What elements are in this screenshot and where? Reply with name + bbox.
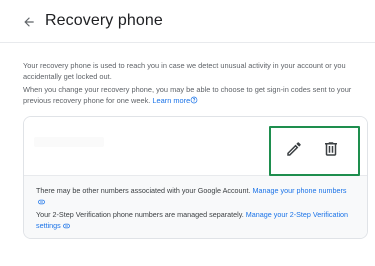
learn-more-label: Learn more xyxy=(152,95,191,105)
delete-phone-button[interactable] xyxy=(320,140,342,162)
other-numbers-text: There may be other numbers associated wi… xyxy=(36,186,253,195)
help-circle-icon xyxy=(190,96,198,108)
phone-card-notes: There may be other numbers associated wi… xyxy=(24,175,367,238)
trash-icon xyxy=(322,140,340,163)
learn-more-link[interactable]: Learn more xyxy=(152,96,198,105)
page-title: Recovery phone xyxy=(45,12,163,29)
page-header: Recovery phone xyxy=(0,0,375,44)
link-icon xyxy=(62,222,71,233)
header-divider xyxy=(0,42,375,43)
two-step-text: Your 2-Step Verification phone numbers a… xyxy=(36,210,246,219)
manage-phone-numbers-label: Manage your phone numbers xyxy=(252,186,347,195)
link-icon xyxy=(37,198,46,209)
edit-phone-button[interactable] xyxy=(283,140,305,162)
pencil-icon xyxy=(285,140,303,163)
arrow-back-icon[interactable] xyxy=(17,10,41,34)
change-info-paragraph: When you change your recovery phone, you… xyxy=(23,85,368,107)
intro-paragraph: Your recovery phone is used to reach you… xyxy=(23,61,346,81)
other-numbers-note: There may be other numbers associated wi… xyxy=(36,186,356,208)
recovery-phone-page: Recovery phone Your recovery phone is us… xyxy=(0,0,375,266)
phone-number-redacted xyxy=(34,137,104,147)
two-step-note: Your 2-Step Verification phone numbers a… xyxy=(36,210,356,232)
